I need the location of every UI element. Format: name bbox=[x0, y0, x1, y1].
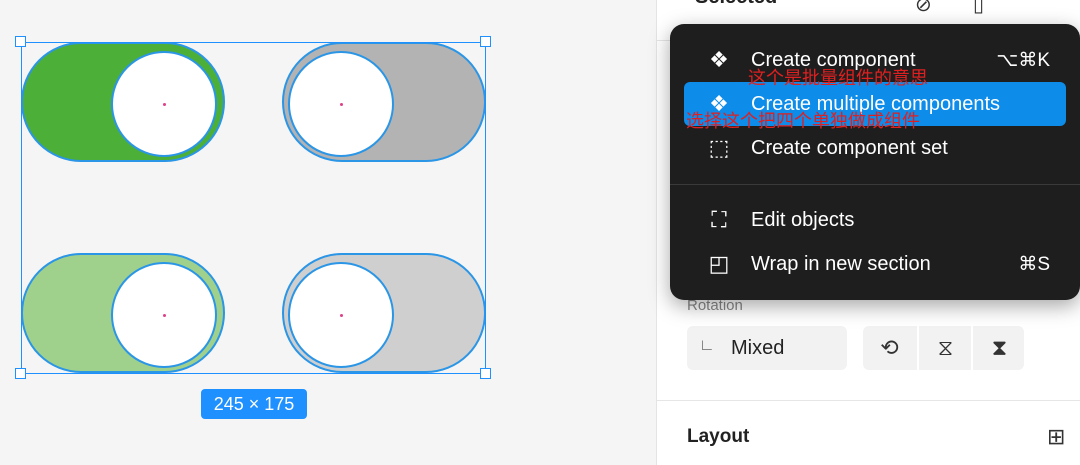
style-icon[interactable]: ⊘ bbox=[915, 0, 932, 17]
menu-item-shortcut: ⌥⌘K bbox=[996, 50, 1050, 71]
rotation-value: Mixed bbox=[731, 337, 785, 359]
flip-horizontal-icon[interactable]: ⧖ bbox=[917, 326, 972, 370]
annotation-text-2: 选择这个把四个单独做成组件 bbox=[686, 111, 920, 131]
resize-handle-top-left[interactable] bbox=[15, 36, 26, 47]
auto-layout-icon[interactable]: ⊞ bbox=[1047, 424, 1065, 450]
angle-icon: ∟ bbox=[699, 337, 715, 354]
transform-tools: ⟲ ⧖ ⧗ bbox=[863, 326, 1024, 370]
design-canvas[interactable]: 245 × 175 bbox=[0, 0, 656, 465]
resize-handle-bottom-right[interactable] bbox=[480, 368, 491, 379]
menu-item-edit-objects[interactable]: ⛶ Edit objects bbox=[684, 198, 1066, 242]
dimension-badge: 245 × 175 bbox=[201, 389, 307, 419]
selection-box[interactable] bbox=[21, 42, 486, 374]
section-icon: ◰ bbox=[708, 251, 730, 276]
edit-objects-icon: ⛶ bbox=[711, 207, 727, 232]
menu-separator bbox=[670, 184, 1080, 185]
menu-item-label: Edit objects bbox=[751, 209, 855, 231]
menu-item-shortcut: ⌘S bbox=[1018, 254, 1050, 275]
rotation-input[interactable]: ∟ Mixed bbox=[687, 326, 847, 370]
resize-handle-bottom-left[interactable] bbox=[15, 368, 26, 379]
menu-item-wrap-in-section[interactable]: ◰ Wrap in new section ⌘S bbox=[684, 242, 1066, 286]
flip-vertical-icon[interactable]: ⧗ bbox=[971, 326, 1026, 370]
divider bbox=[657, 400, 1080, 401]
device-icon[interactable]: ▯ bbox=[973, 0, 984, 17]
rotate-icon[interactable]: ⟲ bbox=[863, 326, 916, 370]
panel-title: Selected bbox=[695, 0, 777, 9]
component-set-icon: ⬚ bbox=[708, 135, 730, 160]
menu-item-label: Wrap in new section bbox=[751, 253, 931, 275]
resize-handle-top-right[interactable] bbox=[480, 36, 491, 47]
component-icon: ❖ bbox=[709, 47, 729, 72]
menu-item-label: Create component set bbox=[751, 137, 948, 159]
annotation-text-1: 这个是批量组件的意思 bbox=[748, 68, 928, 88]
layout-label: Layout bbox=[687, 426, 750, 447]
